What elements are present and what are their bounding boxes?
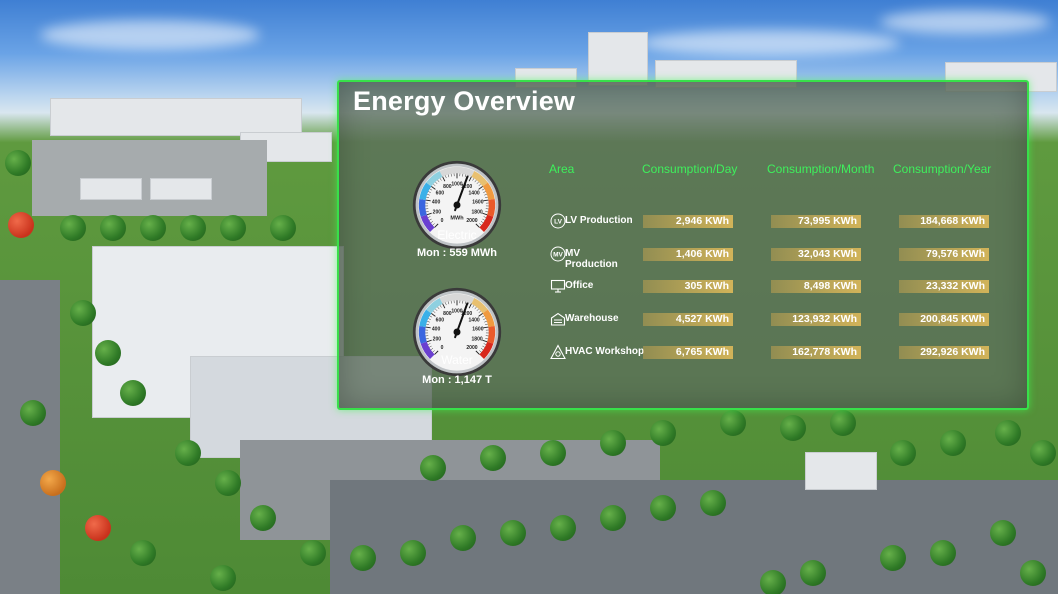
svg-text:0: 0	[441, 345, 444, 351]
row-label: LV Production	[565, 215, 633, 226]
hvac-icon	[550, 344, 566, 360]
svg-text:400: 400	[432, 200, 441, 206]
consumption-year-cell: 79,576 KWh	[899, 248, 989, 261]
panel-title: Energy Overview	[353, 86, 576, 116]
consumption-day-cell: 6,765 KWh	[643, 346, 733, 359]
consumption-month-cell: 73,995 KWh	[771, 215, 861, 228]
consumption-day-cell: 2,946 KWh	[643, 215, 733, 228]
consumption-year-cell: 292,926 KWh	[899, 346, 989, 359]
consumption-month-cell: 8,498 KWh	[771, 280, 861, 293]
mv-icon: MV	[550, 246, 566, 262]
consumption-day-cell: 4,527 KWh	[643, 313, 733, 326]
monitor-icon	[550, 278, 566, 294]
consumption-year-cell: 200,845 KWh	[899, 313, 989, 326]
energy-overview-panel: Energy Overview 0 200 400 600 800 1000 1200 140…	[337, 80, 1029, 410]
row-label: Warehouse	[565, 313, 619, 324]
consumption-month-cell: 123,932 KWh	[771, 313, 861, 326]
row-label: MV Production	[565, 248, 618, 270]
row-label: Office	[565, 280, 594, 291]
svg-text:2000: 2000	[466, 218, 477, 224]
svg-text:MV: MV	[553, 252, 563, 259]
lv-icon: LV	[550, 213, 566, 229]
svg-text:1800: 1800	[472, 336, 483, 342]
electric-gauge-label: Electric	[437, 228, 477, 242]
consumption-year-cell: 184,668 KWh	[899, 215, 989, 228]
svg-text:200: 200	[433, 336, 442, 342]
header-area: Area	[549, 162, 575, 176]
svg-text:1600: 1600	[472, 327, 483, 333]
consumption-day-cell: 1,406 KWh	[643, 248, 733, 261]
water-gauge-label: Water	[441, 353, 473, 367]
svg-text:200: 200	[433, 209, 442, 215]
electric-monthly-total: Mon : 559 MWh	[416, 247, 498, 259]
svg-text:MWh: MWh	[450, 216, 464, 222]
svg-text:400: 400	[432, 327, 441, 333]
svg-text:600: 600	[436, 317, 445, 323]
consumption-day-cell: 305 KWh	[643, 280, 733, 293]
row-label: HVAC Workshop	[565, 346, 645, 357]
svg-text:1400: 1400	[469, 317, 480, 323]
svg-text:2000: 2000	[466, 345, 477, 351]
header-consumption-month: Consumption/Month	[767, 162, 875, 176]
consumption-year-cell: 23,332 KWh	[899, 280, 989, 293]
svg-text:1400: 1400	[469, 190, 480, 196]
consumption-month-cell: 162,778 KWh	[771, 346, 861, 359]
svg-text:LV: LV	[554, 219, 562, 226]
svg-text:0: 0	[441, 218, 444, 224]
header-consumption-day: Consumption/Day	[642, 162, 738, 176]
consumption-month-cell: 32,043 KWh	[771, 248, 861, 261]
svg-text:1800: 1800	[472, 209, 483, 215]
water-monthly-total: Mon : 1,147 T	[422, 374, 492, 386]
svg-text:1600: 1600	[472, 200, 483, 206]
header-consumption-year: Consumption/Year	[893, 162, 992, 176]
warehouse-icon	[550, 311, 566, 327]
svg-text:600: 600	[436, 190, 445, 196]
